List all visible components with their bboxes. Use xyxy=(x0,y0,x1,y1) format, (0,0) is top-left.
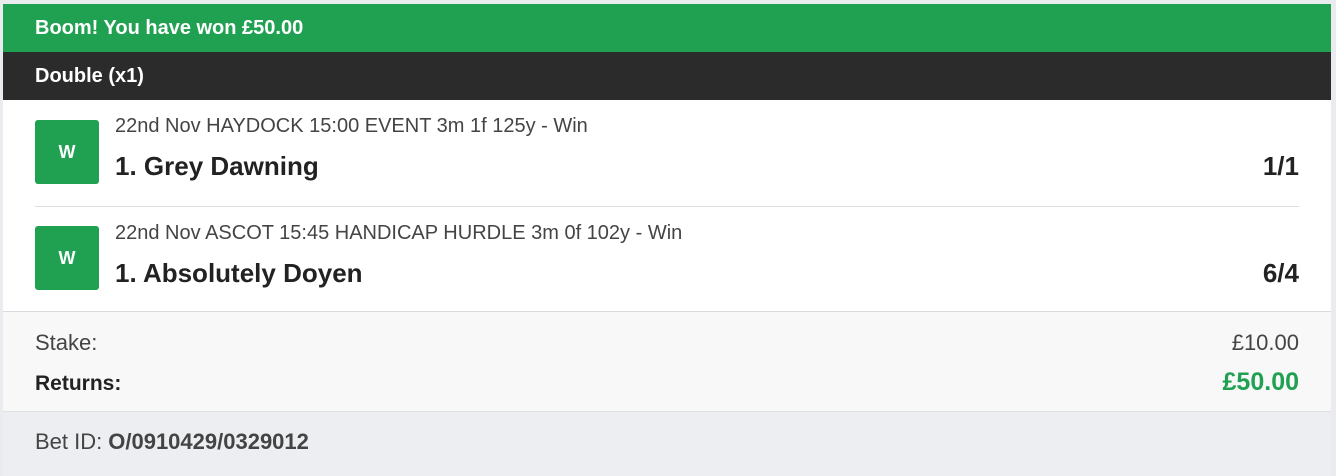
runner-name: 1. Absolutely Doyen xyxy=(115,258,363,288)
bet-receipt-card: Boom! You have won £50.00 Double (x1) W … xyxy=(3,4,1331,476)
selection-row: W 22nd Nov ASCOT 15:45 HANDICAP HURDLE 3… xyxy=(35,206,1299,312)
bet-id-label: Bet ID: xyxy=(35,429,103,454)
stake-label: Stake: xyxy=(35,330,98,355)
bet-id-value: O/0910429/0329012 xyxy=(108,429,309,454)
odds-value: 1/1 xyxy=(1262,151,1299,181)
runner-name: 1. Grey Dawning xyxy=(115,151,319,181)
bet-type-label: Double (x1) xyxy=(35,64,144,87)
event-details: 22nd Nov ASCOT 15:45 HANDICAP HURDLE 3m … xyxy=(115,222,683,244)
bet-type-header: Double (x1) xyxy=(3,52,1331,100)
stake-value: £10.00 xyxy=(1231,330,1299,355)
selection-row: W 22nd Nov HAYDOCK 15:00 EVENT 3m 1f 125… xyxy=(35,100,1299,206)
returns-row: Returns: £50.00 xyxy=(35,368,1299,397)
win-banner-text: Boom! You have won £50.00 xyxy=(35,16,304,39)
win-result-badge: W xyxy=(35,120,99,184)
win-banner: Boom! You have won £50.00 xyxy=(3,4,1331,52)
event-details: 22nd Nov HAYDOCK 15:00 EVENT 3m 1f 125y … xyxy=(115,115,588,137)
returns-label: Returns: xyxy=(35,372,122,395)
win-result-badge: W xyxy=(35,226,99,290)
odds-value: 6/4 xyxy=(1262,258,1299,288)
selections-list: W 22nd Nov HAYDOCK 15:00 EVENT 3m 1f 125… xyxy=(3,100,1331,312)
bet-summary: Stake: £10.00 Returns: £50.00 xyxy=(3,312,1331,412)
returns-value: £50.00 xyxy=(1222,368,1299,396)
bet-id-footer: Bet ID: O/0910429/0329012 xyxy=(3,412,1331,472)
stake-row: Stake: £10.00 xyxy=(35,330,1299,356)
